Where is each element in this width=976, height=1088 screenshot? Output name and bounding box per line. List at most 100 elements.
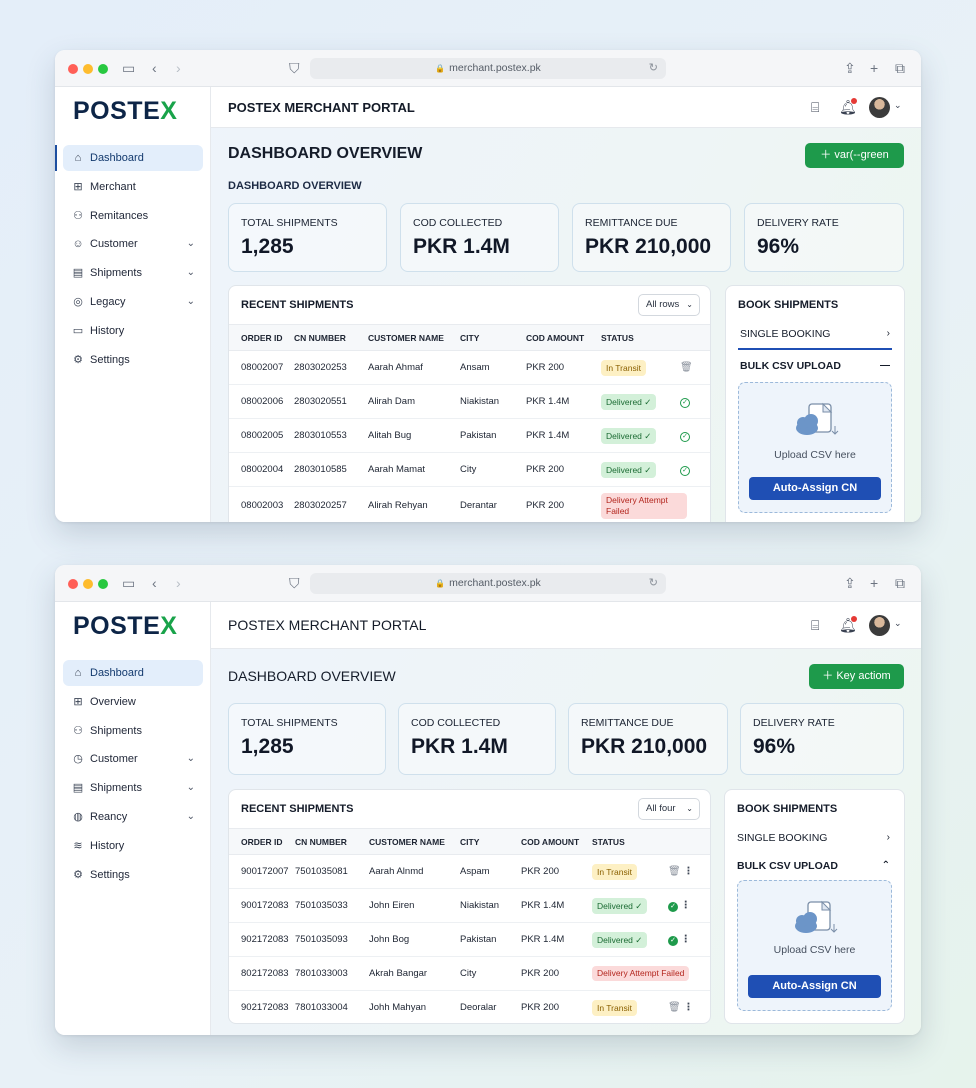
table-row[interactable]: 08002005 2803010553 Alitah Bug Pakistan …: [229, 418, 710, 453]
city: City: [460, 956, 521, 991]
postex-logo[interactable]: POSTEX: [73, 612, 177, 641]
chevron-down-icon[interactable]: ⌄: [894, 618, 902, 629]
sidebar-item-merchant[interactable]: ⊞ Merchant: [63, 174, 203, 200]
rows-filter-select[interactable]: All four ⌄: [638, 798, 700, 820]
table-row[interactable]: 902172083 7501035093 John Bog Pakistan P…: [229, 922, 710, 957]
bulk-upload-toggle[interactable]: BULK CSV UPLOAD —: [738, 360, 892, 372]
top-header: POSTEX MERCHANT PORTAL ⌸ 🔔︎ ⌄: [211, 87, 921, 128]
csv-dropzone[interactable]: Upload CSV here Auto-Assign CN: [737, 880, 892, 1011]
sidebar-item-settings[interactable]: ⚙ Settings: [63, 862, 203, 888]
single-booking-link[interactable]: SINGLE BOOKING ›: [738, 328, 892, 350]
sidebar-toggle-icon[interactable]: ▭: [122, 60, 135, 76]
sidebar-item-settings[interactable]: ⚙ Settings: [63, 347, 203, 373]
trash-icon[interactable]: 🗑︎: [668, 1002, 681, 1013]
chevron-down-icon[interactable]: ⌄: [894, 100, 902, 111]
table-row[interactable]: 900172007 7501035081 Aarah Alnmd Aspam P…: [229, 854, 710, 889]
share-icon[interactable]: ⇪: [844, 575, 856, 591]
sidebar-item-history[interactable]: ≋ History: [63, 833, 203, 859]
share-icon[interactable]: ⇪: [844, 60, 856, 76]
table-row[interactable]: 08002004 2803010585 Aarah Mamat City PKR…: [229, 452, 710, 487]
shield-icon[interactable]: ⛉: [289, 60, 300, 76]
table-row[interactable]: 802172083 7801033003 Akrah Bangar City P…: [229, 956, 710, 991]
check-circle-icon[interactable]: ✓: [680, 465, 690, 476]
forward-icon[interactable]: ›: [176, 60, 181, 76]
reload-icon[interactable]: ↻: [649, 573, 658, 594]
back-icon[interactable]: ‹: [152, 575, 157, 591]
sidebar-item-overview[interactable]: ⊞ Overview: [63, 689, 203, 715]
column-header[interactable]: COD AMOUNT: [521, 828, 592, 855]
column-header[interactable]: CUSTOMER NAME: [368, 324, 460, 351]
reload-icon[interactable]: ↻: [649, 58, 658, 79]
minimize-window-button[interactable]: [83, 64, 93, 74]
table-row[interactable]: 902172083 7801033004 Johh Mahyan Deorala…: [229, 990, 710, 1023]
sidebar-toggle-icon[interactable]: ▭: [122, 575, 135, 591]
sidebar-item-shipments-group[interactable]: ▤ Shipments ⌄: [63, 775, 203, 801]
sidebar-item-dashboard[interactable]: ⌂ Dashboard: [63, 660, 203, 686]
sidebar-item-history[interactable]: ▭ History: [63, 318, 203, 344]
sidebar-item-customer[interactable]: ◷ Customer ⌄: [63, 746, 203, 772]
close-window-button[interactable]: [68, 579, 78, 589]
more-options-icon[interactable]: ⋮: [681, 900, 691, 911]
table-row[interactable]: 08002007 2803020253 Aarah Ahmaf Ansam PK…: [229, 350, 710, 385]
check-circle-icon[interactable]: ✓: [680, 397, 690, 408]
tabs-overview-icon[interactable]: ⧉: [895, 60, 905, 76]
column-header[interactable]: STATUS: [601, 324, 680, 351]
document-icon: ▤: [72, 267, 84, 280]
more-options-icon[interactable]: ⋮: [683, 866, 693, 877]
shield-icon[interactable]: ⛉: [289, 575, 300, 591]
postex-logo[interactable]: POSTEX: [73, 97, 177, 126]
primary-action-button[interactable]: ＋ var(--green: [805, 143, 904, 168]
csv-dropzone[interactable]: Upload CSV here Auto-Assign CN: [738, 382, 892, 513]
minimize-window-button[interactable]: [83, 579, 93, 589]
tabs-overview-icon[interactable]: ⧉: [895, 575, 905, 591]
table-row[interactable]: 900172083 7501035033 John Eiren Niakista…: [229, 888, 710, 923]
store-icon[interactable]: ⌸: [811, 617, 819, 633]
address-bar[interactable]: 🔒 merchant.postex.pk ↻: [310, 573, 666, 594]
column-header[interactable]: CN NUMBER: [295, 828, 369, 855]
sidebar-item-legacy[interactable]: ◎ Legacy ⌄: [63, 289, 203, 315]
avatar[interactable]: [869, 97, 890, 118]
maximize-window-button[interactable]: [98, 579, 108, 589]
column-header[interactable]: STATUS: [592, 828, 668, 855]
sidebar-item-customer[interactable]: ☺ Customer ⌄: [63, 231, 203, 257]
column-header[interactable]: CUSTOMER NAME: [369, 828, 460, 855]
column-header[interactable]: CITY: [460, 828, 521, 855]
sidebar-item-dashboard[interactable]: ⌂ Dashboard: [55, 145, 203, 171]
column-header[interactable]: CITY: [460, 324, 526, 351]
table-row[interactable]: 08002006 2803020551 Alirah Dam Niakistan…: [229, 384, 710, 419]
rows-filter-select[interactable]: All rows ⌄: [638, 294, 700, 316]
check-circle-icon[interactable]: ✓: [668, 935, 678, 946]
close-window-button[interactable]: [68, 64, 78, 74]
forward-icon[interactable]: ›: [176, 575, 181, 591]
status-badge: Delivered ✓: [601, 427, 657, 444]
trash-icon[interactable]: 🗑︎: [680, 362, 693, 373]
auto-assign-cn-button[interactable]: Auto-Assign CN: [748, 975, 881, 998]
trash-icon[interactable]: 🗑︎: [668, 866, 681, 877]
kpi-value: PKR 210,000: [581, 735, 708, 758]
avatar[interactable]: [869, 615, 890, 636]
single-booking-link[interactable]: SINGLE BOOKING ›: [737, 832, 892, 844]
address-bar[interactable]: 🔒 merchant.postex.pk ↻: [310, 58, 666, 79]
new-tab-icon[interactable]: +: [870, 60, 878, 76]
more-options-icon[interactable]: ⋮: [683, 1002, 693, 1013]
sidebar-item-shipments[interactable]: ▤ Shipments ⌄: [63, 260, 203, 286]
sidebar-item-remitances[interactable]: ⚇ Remitances: [63, 203, 203, 229]
check-circle-icon[interactable]: ✓: [680, 431, 690, 442]
bulk-upload-toggle[interactable]: BULK CSV UPLOAD ⌃: [737, 860, 892, 872]
auto-assign-cn-button[interactable]: Auto-Assign CN: [749, 477, 881, 500]
column-header[interactable]: COD AMOUNT: [526, 324, 601, 351]
table-row[interactable]: 08002003 2803020257 Alirah Rehyan Derant…: [229, 486, 710, 522]
column-header[interactable]: ORDER ID: [229, 828, 295, 855]
kpi-card-delivery-rate: DELIVERY RATE 96%: [740, 703, 904, 775]
new-tab-icon[interactable]: +: [870, 575, 878, 591]
column-header[interactable]: CN NUMBER: [294, 324, 368, 351]
back-icon[interactable]: ‹: [152, 60, 157, 76]
maximize-window-button[interactable]: [98, 64, 108, 74]
store-icon[interactable]: ⌸: [811, 99, 819, 115]
check-circle-icon[interactable]: ✓: [668, 901, 678, 912]
more-options-icon[interactable]: ⋮: [681, 934, 691, 945]
key-action-button[interactable]: ＋ Key actiom: [809, 664, 904, 689]
column-header[interactable]: ORDER ID: [229, 324, 294, 351]
sidebar-item-shipments[interactable]: ⚇ Shipments: [63, 718, 203, 744]
sidebar-item-reancy[interactable]: ◍ Reancy ⌄: [63, 804, 203, 830]
